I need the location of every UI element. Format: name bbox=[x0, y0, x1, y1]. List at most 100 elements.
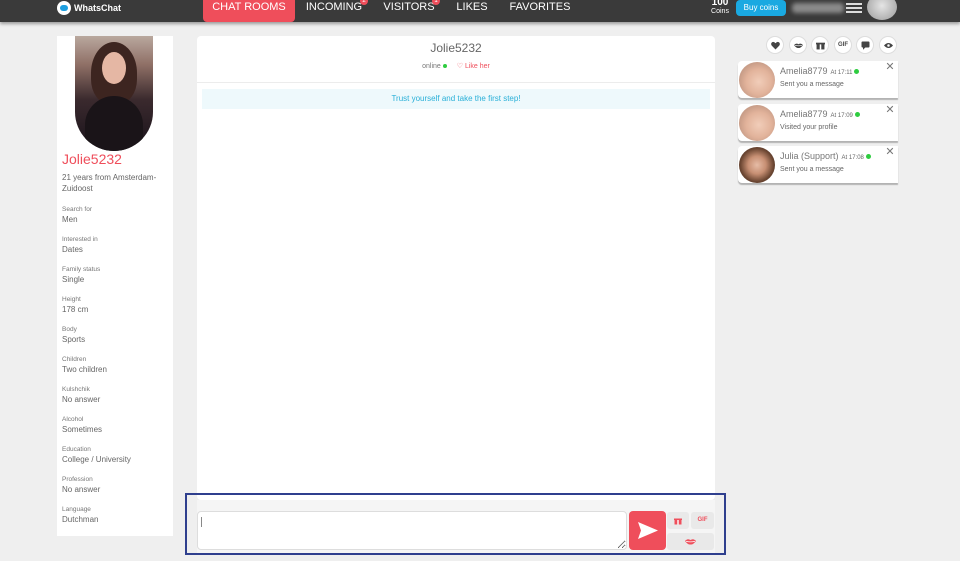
attr-label: Family status bbox=[62, 266, 101, 273]
attr-label: Education bbox=[62, 446, 91, 453]
nav-favorites[interactable]: FAVORITES bbox=[509, 0, 571, 22]
menu-icon[interactable] bbox=[846, 3, 862, 14]
nav-incoming[interactable]: INCOMING 2 bbox=[303, 0, 368, 22]
composer-highlight-frame bbox=[185, 493, 726, 555]
attr-family-status: Family status Single bbox=[62, 265, 170, 285]
nav-likes[interactable]: LIKES bbox=[454, 0, 490, 22]
notification-sender: Amelia8779 bbox=[780, 109, 828, 119]
close-icon[interactable]: ✕ bbox=[884, 146, 896, 158]
attr-children: Children Two children bbox=[62, 355, 170, 375]
attr-label: Search for bbox=[62, 206, 92, 213]
notification-item[interactable]: Amelia8779 At 17:11 Sent you a message ✕ bbox=[738, 61, 898, 98]
chat-panel: Jolie5232 online ♡ Like her Trust yourse… bbox=[197, 36, 715, 500]
notification-name-line: Amelia8779 At 17:09 bbox=[780, 109, 860, 119]
close-icon[interactable]: ✕ bbox=[884, 61, 896, 73]
eye-icon bbox=[884, 43, 893, 48]
profile-panel: Jolie5232 21 years from Amsterdam-Zuidoo… bbox=[57, 36, 173, 536]
attr-alcohol: Alcohol Sometimes bbox=[62, 415, 170, 435]
attr-label: Body bbox=[62, 326, 77, 333]
username-blurred[interactable] bbox=[792, 3, 844, 13]
coins-label: Coins bbox=[711, 8, 729, 15]
eye-action-button[interactable] bbox=[879, 36, 897, 54]
attr-interested-in: Interested in Dates bbox=[62, 235, 170, 255]
nav-label: CHAT ROOMS bbox=[212, 1, 286, 13]
notification-name-line: Amelia8779 At 17:11 bbox=[780, 66, 860, 76]
attr-education: Education College / University bbox=[62, 445, 170, 465]
attr-label: Children bbox=[62, 356, 87, 363]
user-avatar[interactable] bbox=[867, 0, 897, 20]
attr-value: Dates bbox=[62, 245, 83, 254]
online-status: online bbox=[422, 63, 441, 70]
like-her-button[interactable]: ♡ Like her bbox=[457, 63, 490, 70]
notification-avatar bbox=[739, 105, 775, 141]
notification-avatar bbox=[739, 147, 775, 183]
notification-item[interactable]: Amelia8779 At 17:09 Visited your profile … bbox=[738, 104, 898, 141]
online-dot-icon bbox=[854, 69, 860, 75]
nav-visitors[interactable]: VISITORS 1 bbox=[381, 0, 440, 22]
attr-kulshchik: Kulshchik No answer bbox=[62, 385, 170, 405]
attr-label: Alcohol bbox=[62, 416, 84, 423]
heart-icon bbox=[771, 41, 780, 50]
coins-value: 100 bbox=[711, 0, 729, 8]
notification-text: Visited your profile bbox=[780, 124, 838, 131]
attr-label: Height bbox=[62, 296, 81, 303]
attr-label: Kulshchik bbox=[62, 386, 90, 393]
attr-height: Height 178 cm bbox=[62, 295, 170, 315]
notification-time: At 17:08 bbox=[841, 155, 864, 161]
attr-value: Sports bbox=[62, 335, 86, 344]
attr-value: Two children bbox=[62, 365, 107, 374]
attr-value: Single bbox=[62, 275, 85, 284]
kiss-action-button[interactable] bbox=[789, 36, 807, 54]
chat-bubble-icon bbox=[57, 1, 71, 15]
nav-label: FAVORITES bbox=[509, 1, 571, 13]
attr-body: Body Sports bbox=[62, 325, 170, 345]
gif-icon: GIF bbox=[838, 42, 848, 48]
notification-name-line: Julia (Support) At 17:08 bbox=[780, 151, 871, 161]
notification-sender: Amelia8779 bbox=[780, 66, 828, 76]
attr-value: Dutchman bbox=[62, 515, 99, 524]
incoming-count-badge: 2 bbox=[360, 0, 368, 5]
profile-name: Jolie5232 bbox=[62, 151, 122, 167]
attr-language: Language Dutchman bbox=[62, 505, 170, 525]
attr-profession: Profession No answer bbox=[62, 475, 170, 495]
profile-photo[interactable] bbox=[75, 36, 153, 151]
chat-action-button[interactable] bbox=[856, 36, 874, 54]
top-bar: WhatsChat CHAT ROOMS INCOMING 2 VISITORS… bbox=[0, 0, 960, 22]
chat-divider bbox=[197, 82, 715, 83]
nav-label: INCOMING bbox=[305, 1, 363, 13]
visitors-count-badge: 1 bbox=[432, 0, 440, 5]
nav-chat-rooms[interactable]: CHAT ROOMS bbox=[203, 0, 295, 22]
online-dot-icon bbox=[854, 112, 860, 118]
notification-text: Sent you a message bbox=[780, 81, 844, 88]
attr-value: No answer bbox=[62, 395, 101, 404]
attr-label: Profession bbox=[62, 476, 93, 483]
attr-value: Men bbox=[62, 215, 78, 224]
heart-button[interactable] bbox=[766, 36, 784, 54]
gift-icon bbox=[816, 42, 825, 50]
notification-item[interactable]: Julia (Support) At 17:08 Sent you a messa… bbox=[738, 146, 898, 183]
heart-outline-icon: ♡ bbox=[456, 63, 464, 70]
buy-coins-button[interactable]: Buy coins bbox=[736, 0, 786, 16]
first-step-banner: Trust yourself and take the first step! bbox=[202, 89, 710, 109]
notification-time: At 17:09 bbox=[830, 113, 853, 119]
notification-sender: Julia (Support) bbox=[780, 151, 839, 161]
gif-action-button[interactable]: GIF bbox=[834, 36, 852, 54]
attr-label: Language bbox=[62, 506, 91, 513]
attr-value: College / University bbox=[62, 455, 131, 464]
nav-label: VISITORS bbox=[383, 1, 435, 13]
app-logo[interactable]: WhatsChat bbox=[57, 1, 121, 15]
chat-status-line: online ♡ Like her bbox=[197, 62, 715, 70]
coins-balance: 100 Coins bbox=[706, 0, 734, 16]
notification-text: Sent you a message bbox=[780, 166, 844, 173]
online-dot-icon bbox=[865, 154, 871, 160]
attr-value: 178 cm bbox=[62, 305, 89, 314]
gift-action-button[interactable] bbox=[811, 36, 829, 54]
attr-label: Interested in bbox=[62, 236, 98, 243]
online-dot-icon bbox=[442, 64, 447, 69]
notification-time: At 17:11 bbox=[830, 70, 853, 76]
notification-avatar bbox=[739, 62, 775, 98]
chat-partner-name[interactable]: Jolie5232 bbox=[197, 41, 715, 55]
attr-value: Sometimes bbox=[62, 425, 103, 434]
close-icon[interactable]: ✕ bbox=[884, 104, 896, 116]
attr-value: No answer bbox=[62, 485, 101, 494]
